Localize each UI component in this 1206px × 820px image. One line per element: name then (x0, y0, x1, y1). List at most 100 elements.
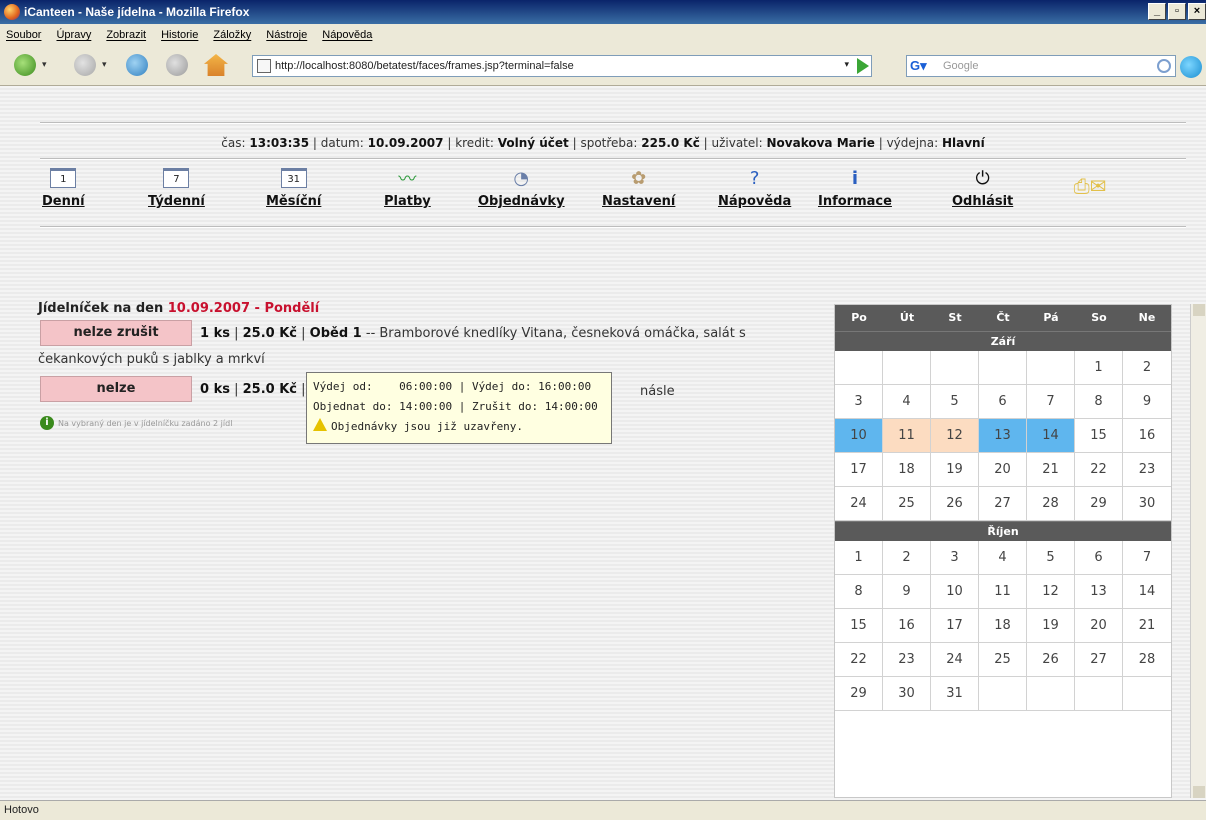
menu-upravy[interactable]: Úpravy (56, 29, 91, 41)
back-dropdown-icon[interactable]: ▾ (42, 60, 47, 70)
scroll-up-icon[interactable] (1193, 304, 1205, 316)
tool-denni-label[interactable]: Denní (42, 194, 85, 209)
calendar-day[interactable]: 26 (1027, 643, 1075, 677)
calendar-day[interactable]: 12 (1027, 575, 1075, 609)
calendar-day[interactable]: 27 (1075, 643, 1123, 677)
calendar-day[interactable]: 11 (883, 419, 931, 453)
tool-mesicni-label[interactable]: Měsíční (266, 194, 321, 209)
menu-zobrazit[interactable]: Zobrazit (106, 29, 146, 41)
scroll-down-icon[interactable] (1193, 786, 1205, 798)
calendar-day[interactable]: 22 (835, 643, 883, 677)
calendar-day[interactable]: 19 (1027, 609, 1075, 643)
maximize-icon[interactable]: ▫ (1168, 3, 1186, 20)
calendar-day[interactable]: 2 (1123, 351, 1171, 385)
calendar-day[interactable]: 14 (1027, 419, 1075, 453)
calendar-day[interactable]: 29 (1075, 487, 1123, 521)
tool-napoveda-label[interactable]: Nápověda (718, 194, 791, 209)
calendar-day[interactable]: 13 (1075, 575, 1123, 609)
minimize-icon[interactable]: _ (1148, 3, 1166, 20)
tool-informace-label[interactable]: Informace (818, 194, 892, 209)
calendar-day[interactable]: 7 (1027, 385, 1075, 419)
calendar-day[interactable]: 2 (883, 541, 931, 575)
tool-nastaveni-label[interactable]: Nastavení (602, 194, 675, 209)
close-icon[interactable]: × (1188, 3, 1206, 20)
tool-tydenni-label[interactable]: Týdenní (148, 194, 205, 209)
calendar-day[interactable]: 21 (1123, 609, 1171, 643)
print-mail-icon[interactable]: ⎙✉ (1060, 174, 1120, 198)
calendar-day[interactable]: 17 (931, 609, 979, 643)
calendar-day[interactable]: 3 (931, 541, 979, 575)
tool-odhlasit-label[interactable]: Odhlásit (952, 194, 1013, 209)
menu-napoveda[interactable]: Nápověda (322, 29, 372, 41)
menu-zalozky[interactable]: Záložky (213, 29, 251, 41)
stop-icon[interactable] (166, 54, 188, 76)
tool-tydenni[interactable]: 7 Týdenní (148, 168, 205, 209)
forward-dropdown-icon[interactable]: ▾ (102, 60, 107, 70)
calendar-day[interactable]: 25 (883, 487, 931, 521)
calendar-day[interactable]: 15 (1075, 419, 1123, 453)
calendar-day[interactable]: 23 (883, 643, 931, 677)
calendar-day[interactable]: 16 (883, 609, 931, 643)
calendar-day[interactable]: 6 (979, 385, 1027, 419)
home-icon[interactable] (204, 54, 228, 76)
calendar-day[interactable]: 25 (979, 643, 1027, 677)
calendar-day[interactable]: 18 (883, 453, 931, 487)
tool-objednavky[interactable]: ◔ Objednávky (478, 168, 565, 210)
calendar-day[interactable]: 27 (979, 487, 1027, 521)
calendar-day[interactable]: 7 (1123, 541, 1171, 575)
calendar-day[interactable]: 23 (1123, 453, 1171, 487)
calendar-day[interactable]: 20 (1075, 609, 1123, 643)
go-icon[interactable] (857, 58, 869, 74)
calendar-day[interactable]: 30 (883, 677, 931, 711)
tool-objednavky-label[interactable]: Objednávky (478, 194, 565, 209)
search-input[interactable]: G▾ Google (906, 55, 1176, 77)
calendar-day[interactable]: 5 (931, 385, 979, 419)
calendar-day[interactable]: 11 (979, 575, 1027, 609)
calendar-day[interactable]: 13 (979, 419, 1027, 453)
calendar-day[interactable]: 6 (1075, 541, 1123, 575)
calendar-day[interactable]: 10 (931, 575, 979, 609)
tool-platby-label[interactable]: Platby (384, 194, 431, 209)
calendar-day[interactable]: 31 (931, 677, 979, 711)
calendar-day[interactable]: 26 (931, 487, 979, 521)
calendar-day[interactable]: 14 (1123, 575, 1171, 609)
calendar-day[interactable]: 15 (835, 609, 883, 643)
calendar-day[interactable]: 28 (1123, 643, 1171, 677)
calendar-day[interactable]: 21 (1027, 453, 1075, 487)
calendar-day[interactable]: 17 (835, 453, 883, 487)
tool-mesicni[interactable]: 31 Měsíční (266, 168, 321, 209)
google-engine-icon[interactable]: G▾ (910, 58, 927, 74)
calendar-day[interactable]: 4 (883, 385, 931, 419)
calendar-day[interactable]: 5 (1027, 541, 1075, 575)
calendar-day[interactable]: 22 (1075, 453, 1123, 487)
calendar-day[interactable]: 1 (1075, 351, 1123, 385)
print-mail-tools[interactable]: ⎙✉ (1060, 174, 1120, 198)
calendar-day[interactable]: 10 (835, 419, 883, 453)
tool-denni[interactable]: 1 Denní (42, 168, 85, 209)
menu-historie[interactable]: Historie (161, 29, 198, 41)
menu-nastroje[interactable]: Nástroje (266, 29, 307, 41)
calendar-day[interactable]: 30 (1123, 487, 1171, 521)
tool-napoveda[interactable]: ? Nápověda (718, 168, 791, 210)
forward-icon[interactable] (74, 54, 96, 76)
calendar-day[interactable]: 9 (1123, 385, 1171, 419)
url-bar[interactable]: http://localhost:8080/betatest/faces/fra… (252, 55, 872, 77)
calendar-day[interactable]: 1 (835, 541, 883, 575)
calendar-day[interactable]: 24 (931, 643, 979, 677)
calendar-day[interactable]: 9 (883, 575, 931, 609)
calendar-day[interactable]: 12 (931, 419, 979, 453)
order-button[interactable]: nelze (40, 376, 192, 402)
tool-odhlasit[interactable]: ⏻ Odhlásit (952, 168, 1013, 210)
tool-informace[interactable]: i Informace (818, 168, 892, 210)
tool-platby[interactable]: 〰 Platby (384, 168, 431, 209)
reload-icon[interactable] (126, 54, 148, 76)
search-icon[interactable] (1157, 59, 1171, 73)
page-scrollbar[interactable] (1190, 304, 1206, 798)
calendar-day[interactable]: 4 (979, 541, 1027, 575)
calendar-day[interactable]: 8 (1075, 385, 1123, 419)
calendar-day[interactable]: 29 (835, 677, 883, 711)
url-dropdown-icon[interactable]: ▾ (844, 59, 849, 70)
calendar-day[interactable]: 20 (979, 453, 1027, 487)
calendar-day[interactable]: 8 (835, 575, 883, 609)
tool-nastaveni[interactable]: ✿ Nastavení (602, 168, 675, 210)
